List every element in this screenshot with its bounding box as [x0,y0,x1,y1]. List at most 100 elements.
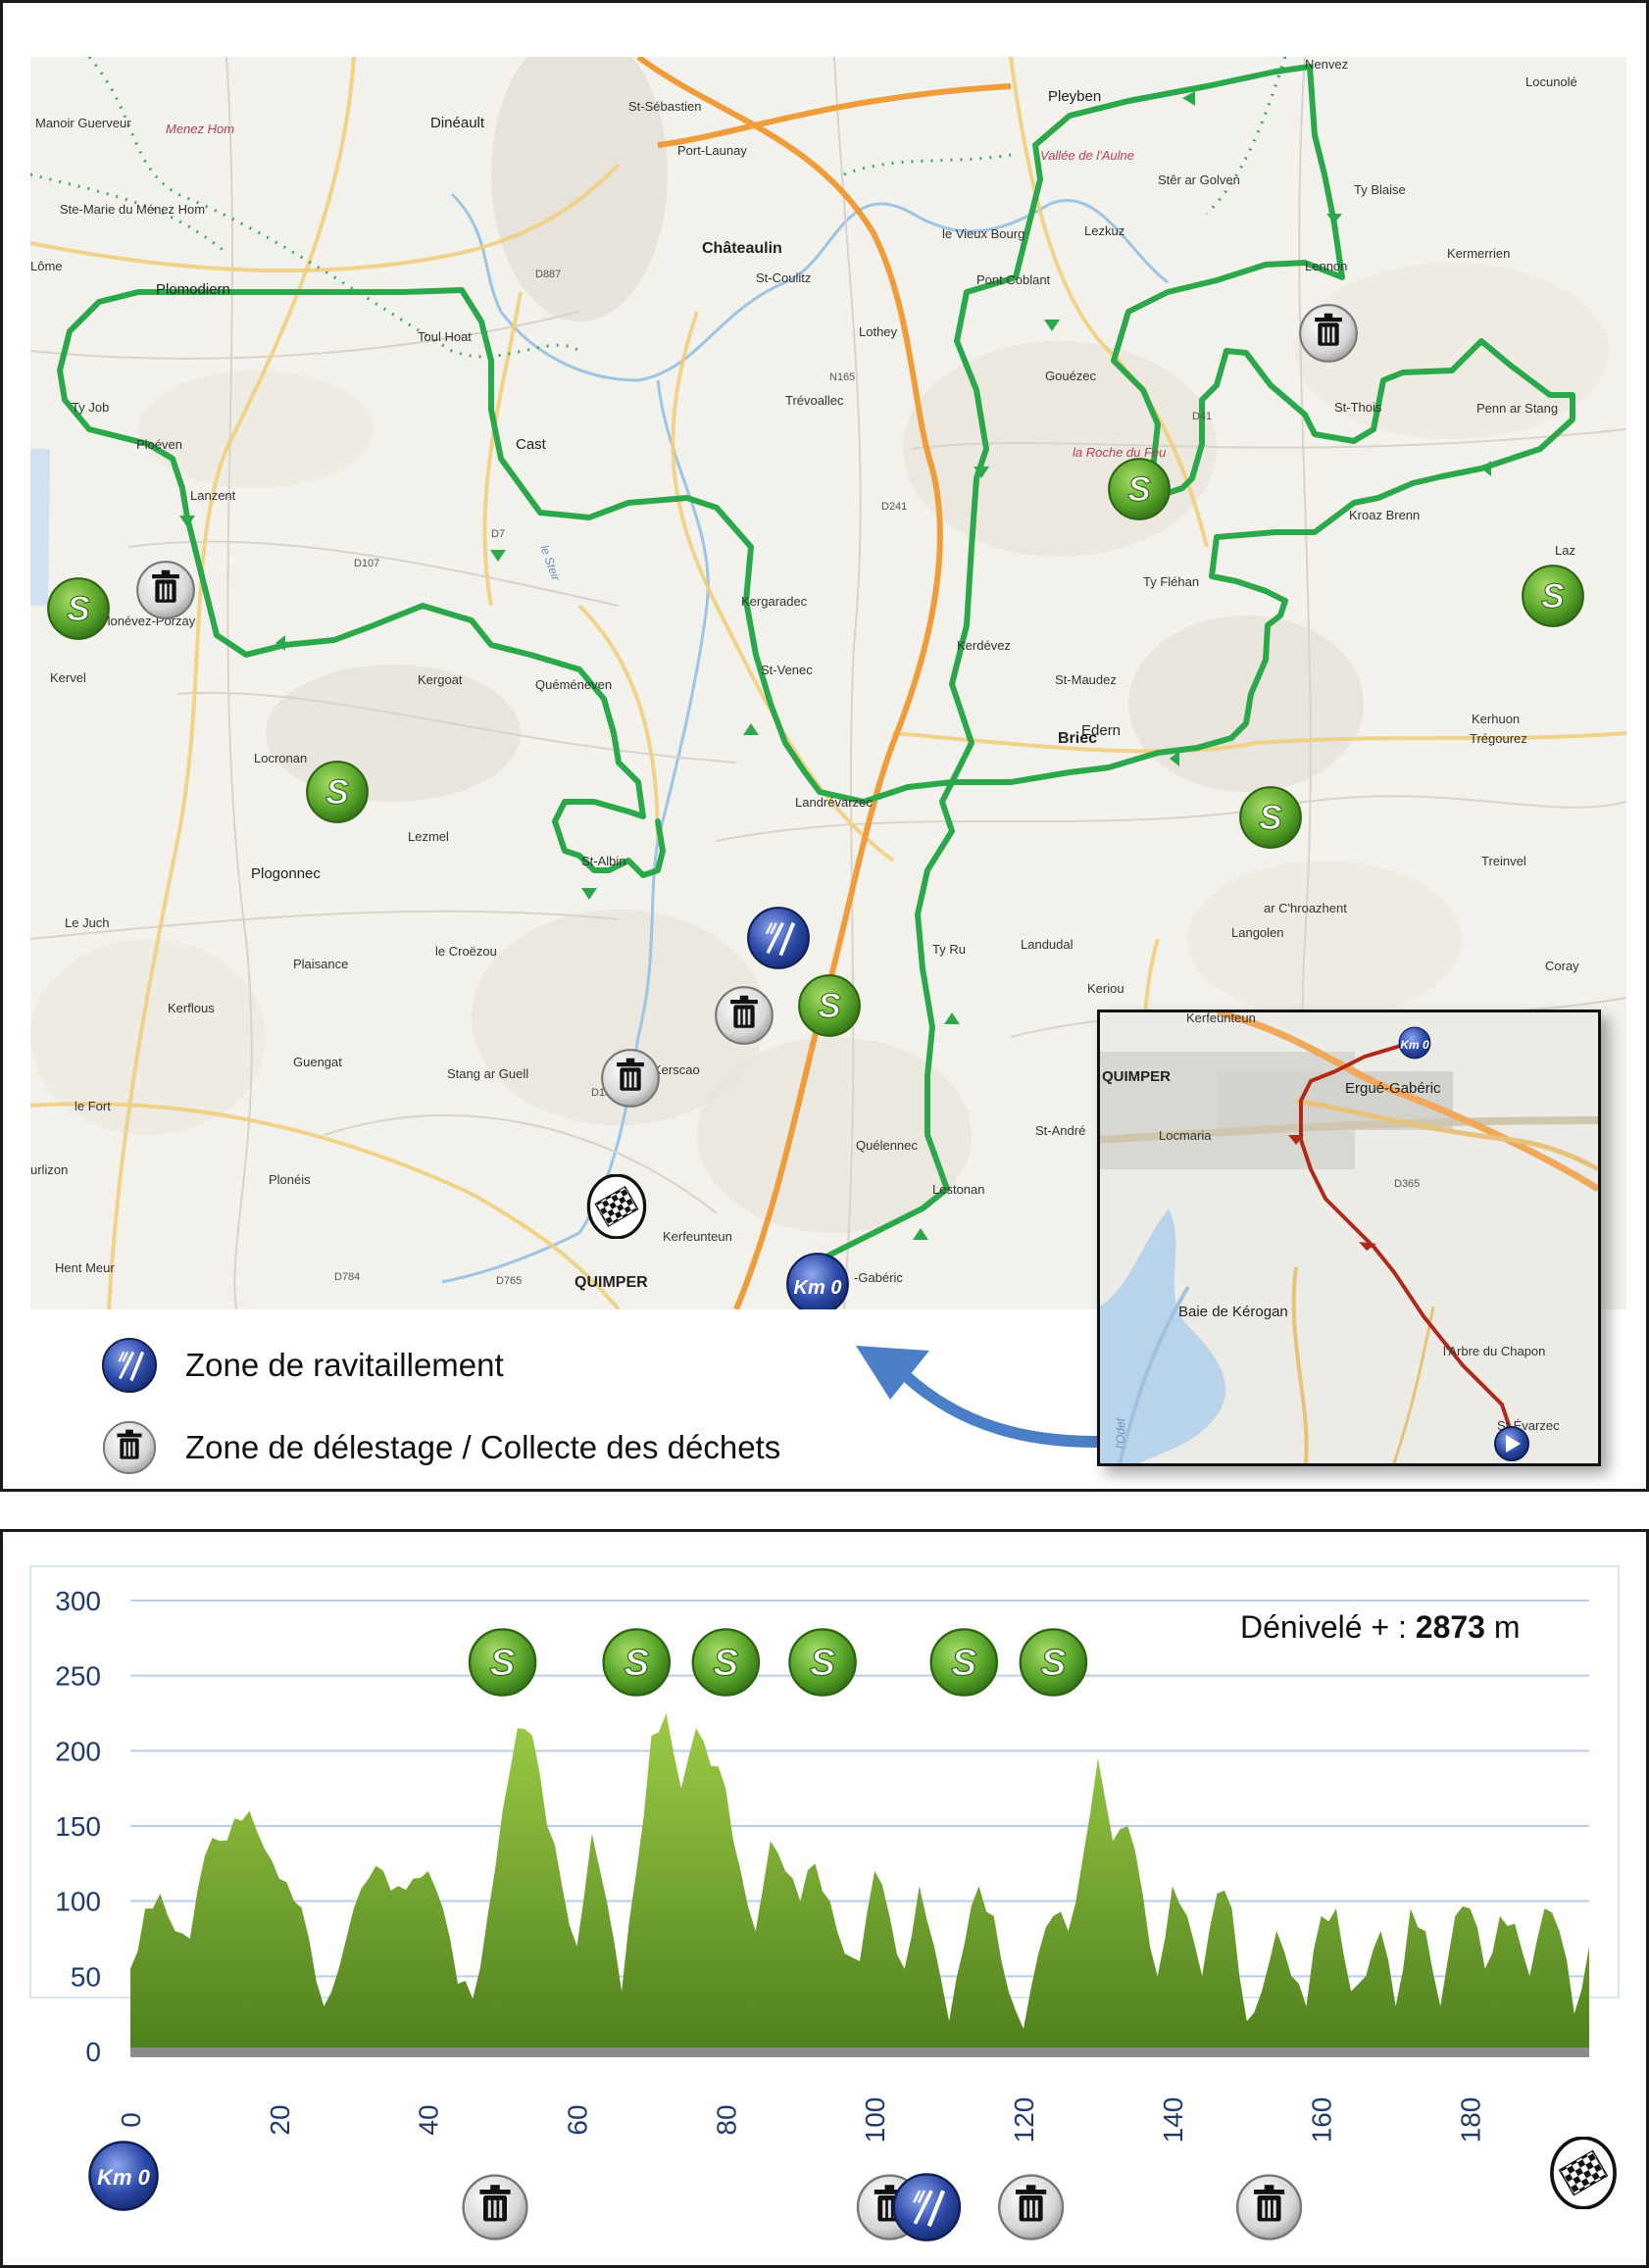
inset-km0-label: Km 0 [1400,1038,1429,1052]
label-quelennec: Quélennec [856,1138,918,1153]
elevation-gain-title: Dénivelé + : 2873 m [1240,1609,1521,1645]
sprint-marker-profile [1019,1628,1088,1697]
label-quemeneven: Quéméneven [535,677,612,692]
label-ty-job: Ty Job [72,400,109,415]
sprint-marker-map-3 [798,974,861,1037]
svg-text:D887: D887 [535,269,561,280]
y-tick-label: 300 [55,1586,101,1616]
y-tick-label: 100 [55,1887,101,1917]
map-panel: S [0,0,1649,1492]
label-kermerrien: Kermerrien [1447,246,1510,261]
fork-knife-icon [101,1337,158,1394]
label-ster-ar-golven: Stêr ar Golven [1158,173,1240,187]
label-dineault: Dinéault [430,115,485,131]
label-ploeven: Ploéven [136,437,182,452]
svg-text:D41: D41 [1192,411,1212,422]
delestage-marker-map-1 [136,561,195,619]
svg-text:N165: N165 [829,371,855,383]
x-tick-label: 20 [265,2104,295,2135]
label-locronan: Locronan [254,751,307,765]
chart-baseline [130,2047,1589,2057]
sprint-marker-map-4 [1108,458,1171,520]
elevation-chart[interactable]: 0 50 100 150 200 250 300 0 20 40 60 80 100 120 140 160… [3,1532,1646,2265]
label-ty-ru: Ty Ru [932,942,966,957]
label-kerfeunteun: Kerfeunteun [663,1229,732,1244]
sprint-marker-map-1 [47,577,110,640]
label-lome: Lôme [30,259,63,273]
label-vallee-aulne: Vallée de l'Aulne [1040,148,1134,163]
label-plomodiern: Plomodiern [156,281,230,298]
label-lennon: Lennon [1305,259,1347,273]
x-tick-label: 100 [860,2097,890,2144]
sprint-marker-profile [691,1628,761,1697]
km0-marker-map-label: Km 0 [794,1277,842,1299]
inset-odet: l'Odet [1114,1417,1127,1449]
label-landrevarzec: Landrévarzec [795,795,873,810]
svg-text:D241: D241 [881,501,907,513]
label-le-fort: le Fort [75,1099,111,1113]
label-kerflous: Kerflous [168,1001,215,1015]
delestage-marker-map-4 [1299,304,1358,363]
legend-delestage-text: Zone de délestage / Collecte des déchets [185,1429,781,1465]
label-st-coulitz: St-Coulitz [756,271,811,285]
sprint-marker-map-2 [306,761,369,823]
inset-d365: D365 [1394,1178,1420,1190]
km0-profile-label: Km 0 [97,2165,151,2190]
label-plonevez: Plonévez-Porzay [99,614,196,628]
y-tick-label: 250 [55,1661,101,1692]
label-le-vieux-bourg: le Vieux Bourg [942,226,1024,241]
delestage-marker-profile [462,2174,528,2241]
label-quimper: QUIMPER [575,1274,648,1291]
label-lezmel: Lezmel [408,829,449,844]
label-trevoallec: Trévoallec [785,393,844,408]
label-kerscao: Kerscao [653,1062,700,1077]
trash-icon [102,1420,157,1475]
label-ploneis: Plonéis [269,1172,311,1187]
label-gaberic: -Gabéric [854,1270,903,1285]
x-tick-label: 80 [711,2104,741,2135]
legend-delestage: Zone de délestage / Collecte des déchets [101,1418,780,1477]
label-coray: Coray [1545,959,1579,973]
label-ste-marie: Ste-Marie du Ménez Hom [60,202,205,217]
x-tick-label: 160 [1307,2097,1337,2144]
label-port-launay: Port-Launay [677,143,747,158]
label-st-albin: St-Albin [581,854,626,868]
start-inset-map[interactable]: Kerfeunteun QUIMPER Ergué-Gabéric Locmar… [1097,1010,1601,1466]
sprint-marker-profile [929,1628,999,1697]
label-le-croezou: le Croëzou [435,944,497,959]
label-manoir-guerveur: Manoir Guerveur [35,116,131,130]
inset-kerfeunteun: Kerfeunteun [1186,1012,1256,1025]
finish-marker-profile [1550,2137,1617,2209]
sprint-marker-profile [788,1628,857,1697]
label-ty-flehan: Ty Fléhan [1143,574,1199,589]
label-toul-hoat: Toul Hoat [418,329,472,344]
label-roche-du-feu: la Roche du Feu [1073,445,1166,460]
label-stang-ar-guell: Stang ar Guell [447,1066,528,1081]
x-tick-label: 120 [1009,2097,1039,2144]
label-penn-ar-stang: Penn ar Stang [1476,401,1558,416]
svg-text:D765: D765 [496,1275,522,1287]
label-lanzent: Lanzent [190,488,236,503]
label-st-venec: St-Venec [761,663,813,677]
x-tick-label: 0 [116,2112,146,2128]
label-laz: Laz [1555,543,1575,558]
label-plogonnec: Plogonnec [251,865,321,882]
label-st-andre: St-André [1035,1123,1085,1138]
inset-canvas: Kerfeunteun QUIMPER Ergué-Gabéric Locmar… [1100,1012,1598,1463]
label-kergaradec: Kergaradec [741,594,808,609]
label-pleyben: Pleyben [1048,88,1101,105]
x-tick-label: 40 [414,2104,444,2135]
x-axis: 0 20 40 60 80 100 120 140 160 180 [116,2097,1486,2144]
x-tick-label: 140 [1158,2097,1188,2144]
play-start-icon [1494,1426,1529,1461]
x-tick-label: 60 [563,2104,593,2135]
label-st-maudez: St-Maudez [1055,672,1117,687]
delestage-marker-profile [998,2174,1065,2241]
inset-quimper: QUIMPER [1102,1068,1171,1085]
label-kroaz-brenn: Kroaz Brenn [1349,508,1420,522]
label-kergoat: Kergoat [418,672,463,687]
label-tregourez: Trégourez [1470,731,1527,746]
y-tick-label: 200 [55,1736,101,1766]
label-edern: Edern [1081,722,1121,739]
inset-baie: Baie de Kérogan [1178,1304,1288,1320]
